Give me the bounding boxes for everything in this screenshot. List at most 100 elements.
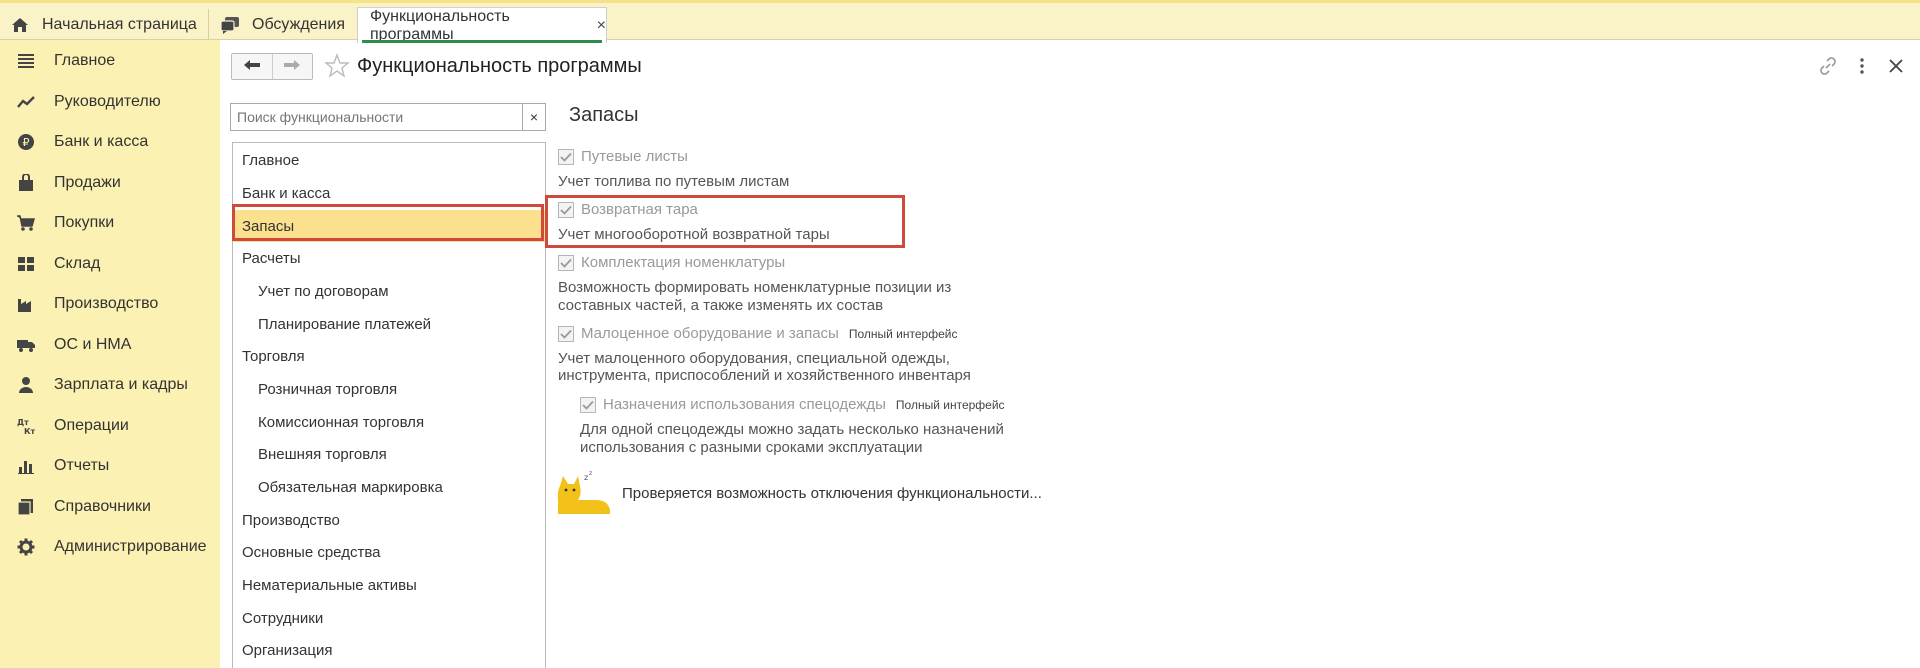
tree-item-label: Основные средства — [242, 543, 381, 561]
tree-item-mandatory-marking[interactable]: Обязательная маркировка — [233, 471, 545, 503]
sidebar-item-label: Банк и касса — [54, 133, 149, 150]
tree-item-label: Комиссионная торговля — [258, 413, 425, 431]
option-description: Учет малоценного оборудования, специальн… — [558, 350, 950, 367]
sidebar-item-administration[interactable]: Администрирование — [0, 527, 220, 567]
tree-item-commission[interactable]: Комиссионная торговля — [233, 406, 545, 438]
more-vertical-icon[interactable] — [1850, 54, 1874, 78]
home-icon — [10, 15, 30, 35]
svg-text:Дт: Дт — [17, 418, 29, 427]
ruble-coin-icon: ₽ — [16, 132, 36, 152]
status-message: Проверяется возможность отключения функц… — [622, 485, 1042, 502]
tree-item-contracts[interactable]: Учет по договорам — [233, 275, 545, 307]
sidebar-item-production[interactable]: Производство — [0, 284, 220, 324]
sidebar-item-main[interactable]: Главное — [0, 41, 220, 81]
bag-icon — [16, 173, 36, 193]
forward-button[interactable] — [271, 54, 313, 79]
trend-icon — [16, 92, 36, 112]
tab-home[interactable]: Начальная страница — [0, 7, 207, 42]
sidebar-item-salary[interactable]: Зарплата и кадры — [0, 365, 220, 405]
arrow-right-icon — [283, 58, 301, 76]
section-title: Запасы — [569, 104, 639, 126]
svg-text:z: z — [584, 473, 588, 482]
option-workwear-purposes[interactable]: Назначения использования спецодежды Полн… — [580, 396, 1005, 413]
tree-item-payment-planning[interactable]: Планирование платежей — [233, 308, 545, 340]
tree-item-label: Обязательная маркировка — [258, 478, 443, 496]
tree-item-label: Торговля — [242, 347, 305, 365]
option-description-line-2: составных частей, а также изменять их со… — [558, 297, 884, 314]
tree-item-label: Нематериальные активы — [242, 576, 417, 594]
tree-item-fixed-assets[interactable]: Основные средства — [233, 536, 545, 568]
option-description-line-2: инструмента, приспособлений и хозяйствен… — [558, 367, 971, 384]
books-icon — [16, 497, 36, 517]
truck-icon — [16, 335, 36, 355]
sidebar-item-label: Справочники — [54, 498, 151, 515]
search-input[interactable] — [230, 103, 523, 131]
tree-item-retail[interactable]: Розничная торговля — [233, 373, 545, 405]
checkbox-checked-icon[interactable] — [558, 254, 574, 271]
checkbox-checked-icon[interactable] — [580, 396, 596, 413]
tree-item-label: Производство — [242, 511, 340, 529]
tree-item-label: Расчеты — [242, 249, 301, 267]
waiting-cat-icon: z z — [556, 470, 612, 516]
highlight-frame-option — [545, 195, 905, 248]
tree-item-label: Банк и касса — [242, 184, 331, 202]
tree-item-label: Главное — [242, 151, 300, 169]
option-description-line-2: использования с разными сроками эксплуат… — [580, 439, 923, 456]
tree-item-employees[interactable]: Сотрудники — [233, 602, 545, 634]
tree-item-production[interactable]: Производство — [233, 504, 545, 536]
sidebar-item-label: Операции — [54, 417, 129, 434]
tree-item-settlements[interactable]: Расчеты — [233, 242, 545, 274]
tab-bar: Начальная страница Обсуждения Функционал… — [0, 0, 1920, 43]
tab-label: Функциональность программы — [370, 7, 510, 43]
tab-program-functionality[interactable]: Функциональность программы × — [357, 7, 607, 43]
history-nav — [231, 53, 313, 80]
tree-item-label: Внешняя торговля — [258, 445, 387, 463]
sidebar-item-purchases[interactable]: Покупки — [0, 203, 220, 243]
svg-text:z: z — [589, 470, 592, 477]
cart-icon — [16, 213, 36, 233]
tab-discussions[interactable]: Обсуждения — [210, 7, 355, 42]
tree-item-label: Организация — [242, 641, 333, 659]
warehouse-icon — [16, 254, 36, 274]
option-low-value-equipment[interactable]: Малоценное оборудование и запасы Полный … — [558, 325, 957, 342]
tab-label: Обсуждения — [252, 15, 345, 33]
tree-item-main[interactable]: Главное — [233, 144, 545, 176]
option-kitting[interactable]: Комплектация номенклатуры — [558, 254, 785, 271]
checkbox-checked-icon[interactable] — [558, 325, 574, 342]
tree-item-trade[interactable]: Торговля — [233, 340, 545, 372]
option-label: Комплектация номенклатуры — [581, 254, 786, 271]
option-label: Назначения использования спецодежды — [603, 396, 886, 413]
option-description: Для одной спецодежды можно задать нескол… — [580, 421, 1004, 438]
highlight-frame-selected-item — [232, 204, 544, 241]
tab-divider — [208, 9, 209, 39]
tree-item-organization[interactable]: Организация — [233, 634, 545, 666]
sidebar: Главное Руководителю ₽ Банк и касса Прод… — [0, 40, 220, 668]
discussions-icon — [220, 15, 240, 35]
sidebar-item-warehouse[interactable]: Склад — [0, 244, 220, 284]
sidebar-item-label: Руководителю — [54, 93, 161, 110]
svg-text:₽: ₽ — [23, 136, 30, 149]
tree-item-foreign-trade[interactable]: Внешняя торговля — [233, 438, 545, 470]
sidebar-item-label: Склад — [54, 255, 101, 272]
tree-item-label: Планирование платежей — [258, 315, 432, 333]
tab-close-icon[interactable]: × — [597, 17, 606, 35]
back-button[interactable] — [232, 54, 272, 79]
tree-item-intangible-assets[interactable]: Нематериальные активы — [233, 569, 545, 601]
active-tab-indicator — [362, 40, 602, 43]
sidebar-item-label: Покупки — [54, 214, 115, 231]
sidebar-item-manager[interactable]: Руководителю — [0, 82, 220, 122]
sidebar-item-operations[interactable]: Дт Кт Операции — [0, 406, 220, 446]
link-icon[interactable] — [1816, 54, 1840, 78]
option-waybills[interactable]: Путевые листы — [558, 148, 688, 165]
close-icon[interactable] — [1884, 54, 1908, 78]
sidebar-item-directories[interactable]: Справочники — [0, 487, 220, 527]
factory-icon — [16, 294, 36, 314]
sidebar-item-reports[interactable]: Отчеты — [0, 446, 220, 486]
option-label: Малоценное оборудование и запасы — [581, 325, 839, 342]
checkbox-checked-icon[interactable] — [558, 148, 574, 165]
sidebar-item-fixed-assets[interactable]: ОС и НМА — [0, 325, 220, 365]
search-clear-button[interactable]: × — [523, 103, 546, 131]
sidebar-item-bank[interactable]: ₽ Банк и касса — [0, 122, 220, 162]
favorite-star-icon[interactable] — [324, 53, 350, 79]
sidebar-item-sales[interactable]: Продажи — [0, 163, 220, 203]
